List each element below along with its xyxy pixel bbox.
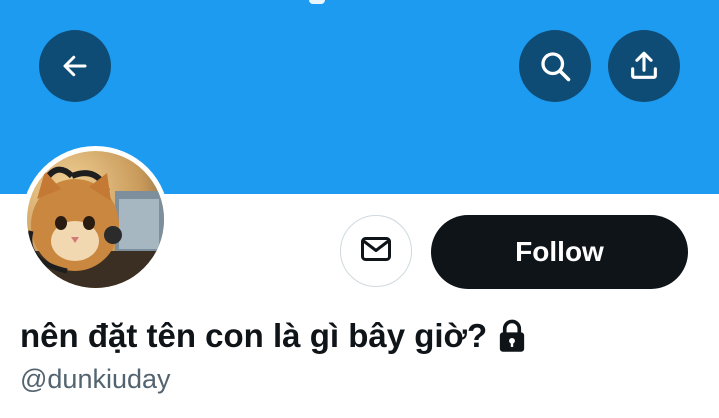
avatar-cat-image xyxy=(27,151,164,288)
search-icon xyxy=(537,48,573,84)
follow-button[interactable]: Follow xyxy=(431,215,688,289)
arrow-left-icon xyxy=(60,51,90,81)
message-button[interactable] xyxy=(340,215,412,287)
profile-page: Follow nên đặt tên con là gì bây giờ? @d… xyxy=(0,0,719,418)
display-name: nên đặt tên con là gì bây giờ? xyxy=(20,312,527,360)
search-button[interactable] xyxy=(519,30,591,102)
back-button[interactable] xyxy=(39,30,111,102)
lock-icon xyxy=(497,319,527,353)
display-name-text: nên đặt tên con là gì bây giờ? xyxy=(20,317,488,354)
envelope-icon xyxy=(358,231,394,272)
status-indicator xyxy=(309,0,325,4)
avatar[interactable] xyxy=(27,151,164,288)
share-upload-icon xyxy=(627,49,661,83)
profile-handle: @dunkiuday xyxy=(20,364,171,394)
share-button[interactable] xyxy=(608,30,680,102)
